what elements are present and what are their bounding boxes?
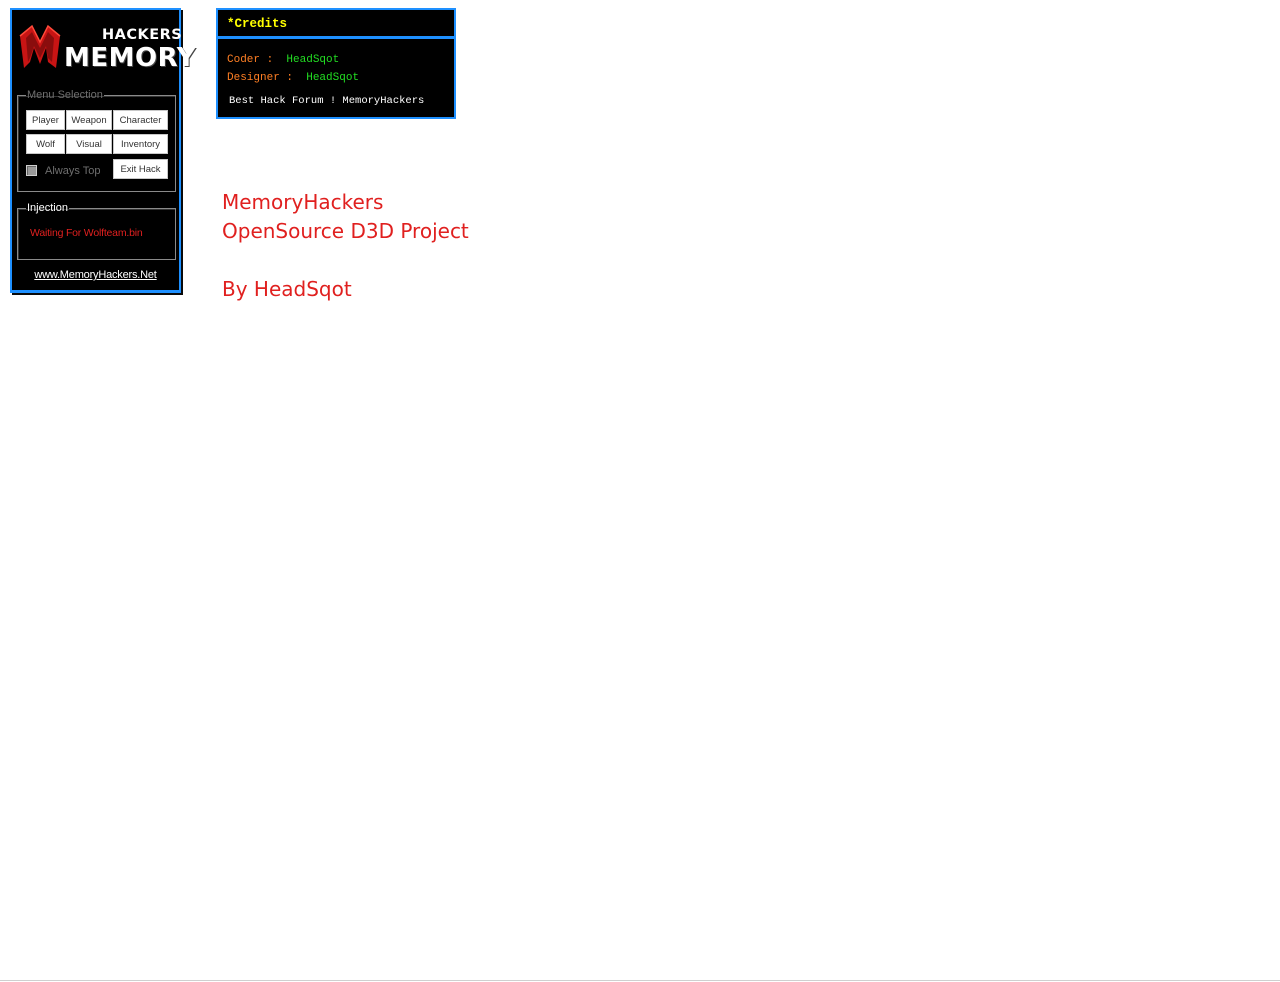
injection-legend: Injection <box>27 202 68 214</box>
inventory-button[interactable]: Inventory <box>113 134 168 154</box>
headline-line-1: MemoryHackers <box>222 190 384 214</box>
character-button[interactable]: Character <box>113 110 168 130</box>
bottom-divider <box>0 980 1280 981</box>
visual-button[interactable]: Visual <box>66 134 112 154</box>
designer-value: HeadSqot <box>306 72 360 84</box>
designer-label: Designer : <box>227 72 294 84</box>
project-headline: MemoryHackers OpenSource D3D Project By … <box>222 188 469 304</box>
injection-status-text: Waiting For Wolfteam.bin <box>30 227 143 239</box>
weapon-button[interactable]: Weapon <box>66 110 112 130</box>
credits-title: *Credits <box>218 10 454 39</box>
headline-line-3 <box>222 246 469 275</box>
menu-selection-legend: Menu Selection <box>27 89 103 101</box>
coder-value: HeadSqot <box>286 54 340 66</box>
always-top-checkbox[interactable] <box>26 165 37 176</box>
headline-line-4: By HeadSqot <box>222 277 352 301</box>
headline-line-2: OpenSource D3D Project <box>222 219 469 243</box>
always-top-label: Always Top <box>45 165 101 177</box>
logo-memory-text: MEMORY <box>64 43 197 73</box>
forum-line: Best Hack Forum ! MemoryHackers <box>229 95 425 107</box>
hack-panel-window: HACKERS MEMORY Menu Selection Player Wea… <box>10 8 196 293</box>
player-button[interactable]: Player <box>26 110 65 130</box>
memory-hackers-logo: HACKERS MEMORY <box>18 20 196 76</box>
memoryhackers-site-link[interactable]: www.MemoryHackers.Net <box>12 269 179 281</box>
exit-hack-button[interactable]: Exit Hack <box>113 159 168 179</box>
logo-hackers-text: HACKERS <box>102 27 183 43</box>
coder-label: Coder : <box>227 54 274 66</box>
designer-row: Designer : HeadSqot <box>227 72 359 84</box>
credits-panel: *Credits Coder : HeadSqot Designer : Hea… <box>216 8 456 119</box>
coder-row: Coder : HeadSqot <box>227 54 339 66</box>
wolf-button[interactable]: Wolf <box>26 134 65 154</box>
